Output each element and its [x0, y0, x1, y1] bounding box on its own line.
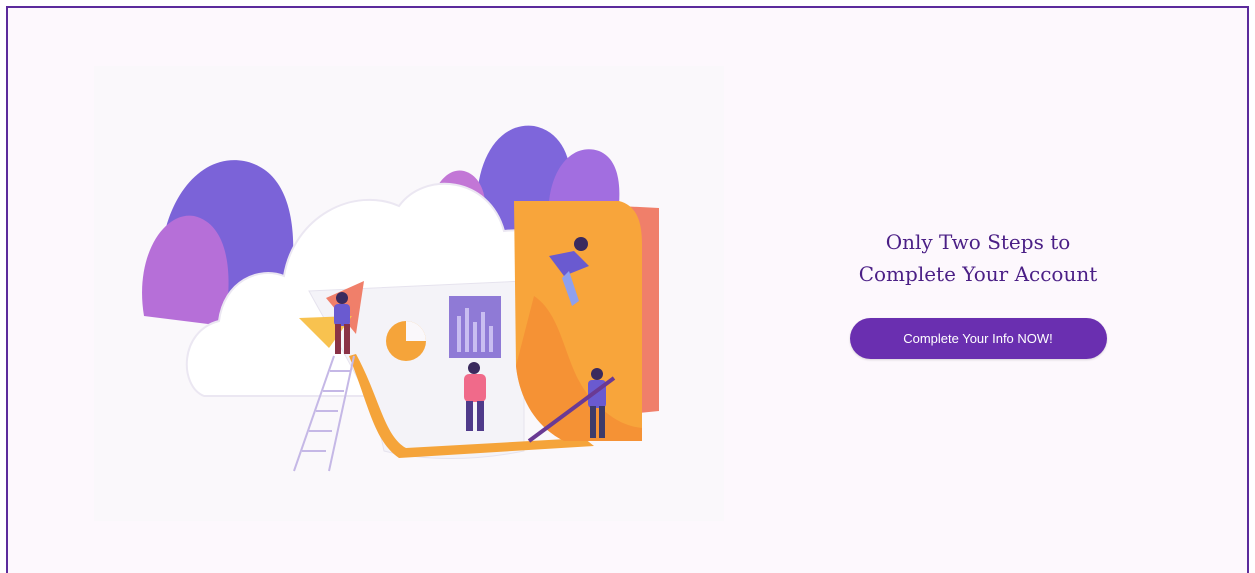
headline-line-2: Complete Your Account: [858, 262, 1098, 286]
headline: Only Two Steps to Complete Your Account: [828, 226, 1128, 290]
headline-line-1: Only Two Steps to: [885, 230, 1071, 254]
foliage-left-front: [142, 215, 229, 326]
cta-panel: Only Two Steps to Complete Your Account …: [828, 226, 1128, 359]
complete-info-button[interactable]: Complete Your Info NOW!: [849, 318, 1107, 359]
page-frame: Only Two Steps to Complete Your Account …: [6, 6, 1249, 573]
cloud-data-folder-illustration: [94, 66, 724, 521]
